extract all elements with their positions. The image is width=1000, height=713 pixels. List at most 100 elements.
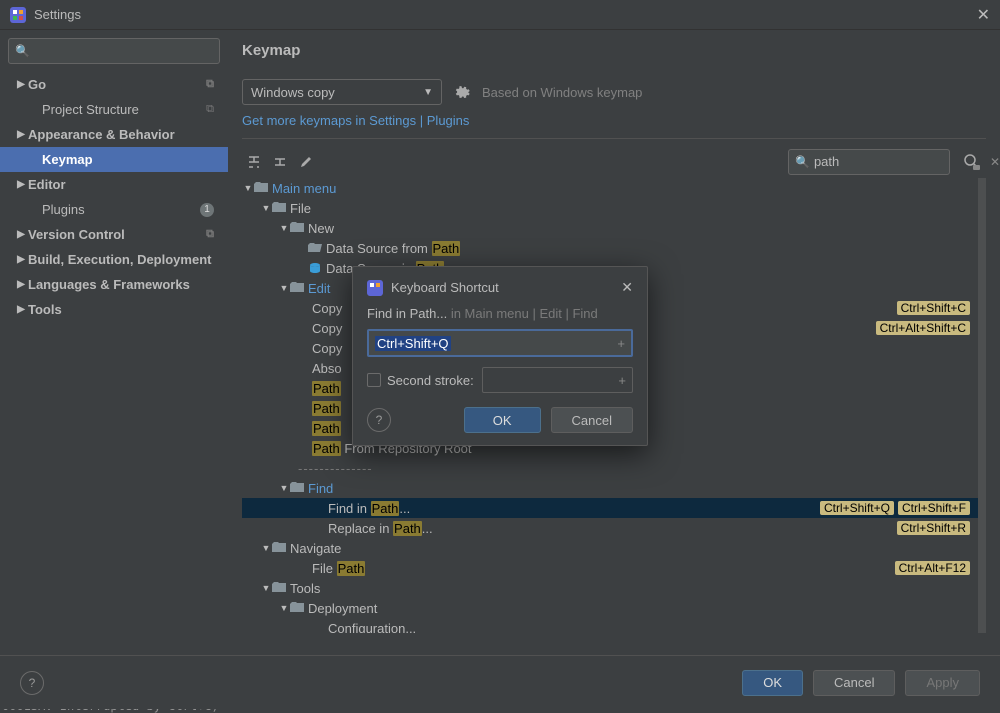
plugins-link[interactable]: Plugins bbox=[427, 113, 470, 128]
tree-node-file-path[interactable]: File Path Ctrl+Alt+F12 bbox=[242, 558, 978, 578]
shortcut-badge: Ctrl+Shift+R bbox=[897, 521, 970, 535]
button-label: Apply bbox=[926, 675, 959, 690]
sidebar-item-plugins[interactable]: Plugins 1 bbox=[8, 197, 220, 222]
sidebar-item-keymap[interactable]: Keymap bbox=[0, 147, 228, 172]
sidebar-item-label: Editor bbox=[28, 177, 66, 192]
tree-label: Path bbox=[312, 401, 341, 416]
tree-label: Path bbox=[312, 421, 341, 436]
tree-node-find-in-path[interactable]: Find in Path...Ctrl+Shift+QCtrl+Shift+F bbox=[242, 498, 978, 518]
edit-icon[interactable] bbox=[294, 150, 318, 174]
sidebar-item-go[interactable]: ▶Go⧉ bbox=[8, 72, 220, 97]
folder-icon bbox=[272, 542, 286, 554]
clear-icon[interactable]: ✕ bbox=[990, 155, 1000, 169]
tree-node-tools[interactable]: ▼Tools bbox=[242, 578, 978, 598]
sidebar-item-label: Version Control bbox=[28, 227, 125, 242]
ok-button[interactable]: OK bbox=[464, 407, 541, 433]
button-label: OK bbox=[763, 675, 782, 690]
tree-node-find[interactable]: ▼Find bbox=[242, 478, 978, 498]
dropdown-value: Windows copy bbox=[251, 85, 335, 100]
apply-button[interactable]: Apply bbox=[905, 670, 980, 696]
tree-node-file[interactable]: ▼File bbox=[242, 198, 978, 218]
shortcut-badge: Ctrl+Shift+Q bbox=[820, 501, 894, 515]
tree-node-configuration[interactable]: Configuration... bbox=[242, 618, 978, 633]
tree-label: Copy bbox=[312, 341, 342, 356]
separator: | bbox=[420, 113, 427, 128]
gear-icon[interactable] bbox=[454, 84, 470, 100]
chevron-down-icon: ▼ bbox=[423, 87, 433, 98]
title-bar: Settings ✕ bbox=[0, 0, 1000, 30]
shortcut-badge: Ctrl+Alt+F12 bbox=[895, 561, 970, 575]
tree-node-new[interactable]: ▼New bbox=[242, 218, 978, 238]
folder-icon bbox=[290, 282, 304, 294]
tree-label: File Path bbox=[312, 561, 365, 576]
tree-label: Edit bbox=[308, 281, 330, 296]
sidebar-search-input[interactable] bbox=[34, 44, 213, 59]
action-location: in Main menu | Edit | Find bbox=[447, 306, 598, 321]
tree-label: Copy bbox=[312, 321, 342, 336]
sidebar-item-languages[interactable]: ▶Languages & Frameworks bbox=[8, 272, 220, 297]
tree-node-navigate[interactable]: ▼Navigate bbox=[242, 538, 978, 558]
window-title: Settings bbox=[34, 7, 81, 22]
find-by-shortcut-icon[interactable] bbox=[958, 148, 986, 176]
plus-icon[interactable]: + bbox=[617, 336, 625, 351]
scope-icon: ⧉ bbox=[206, 228, 214, 241]
sidebar-item-label: Appearance & Behavior bbox=[28, 127, 175, 142]
button-label: Cancel bbox=[834, 675, 874, 690]
keyboard-shortcut-dialog: Keyboard Shortcut ✕ Find in Path... in M… bbox=[352, 266, 648, 446]
sidebar-item-label: Languages & Frameworks bbox=[28, 277, 190, 292]
sidebar-item-label: Go bbox=[28, 77, 46, 92]
tree-separator: -------------- bbox=[242, 458, 978, 478]
tree-label: File bbox=[290, 201, 311, 216]
action-path: Find in Path... in Main menu | Edit | Fi… bbox=[367, 306, 633, 321]
cancel-button[interactable]: Cancel bbox=[551, 407, 633, 433]
search-icon: 🔍 bbox=[15, 44, 30, 58]
close-icon[interactable]: ✕ bbox=[621, 279, 633, 296]
sidebar-item-appearance[interactable]: ▶Appearance & Behavior bbox=[8, 122, 220, 147]
sidebar-item-editor[interactable]: ▶Editor bbox=[8, 172, 220, 197]
tree-node-replace-in-path[interactable]: Replace in Path...Ctrl+Shift+R bbox=[242, 518, 978, 538]
first-stroke-input[interactable]: Ctrl+Shift+Q + bbox=[367, 329, 633, 357]
get-more-keymaps-link[interactable]: Get more keymaps in Settings bbox=[242, 113, 416, 128]
folder-icon bbox=[290, 482, 304, 494]
search-icon: 🔍 bbox=[795, 155, 810, 169]
second-stroke-label: Second stroke: bbox=[387, 373, 474, 388]
expand-tree-icon[interactable] bbox=[242, 150, 266, 174]
plus-icon[interactable]: + bbox=[618, 373, 626, 388]
tree-label: Data Source from Path bbox=[326, 241, 460, 256]
page-title: Keymap bbox=[242, 42, 986, 59]
cancel-button[interactable]: Cancel bbox=[813, 670, 895, 696]
dialog-button-bar: ? OK Cancel Apply bbox=[0, 655, 1000, 709]
tree-label: Navigate bbox=[290, 541, 341, 556]
tree-node-deployment[interactable]: ▼Deployment bbox=[242, 598, 978, 618]
action-name: Find in Path... bbox=[367, 306, 447, 321]
tree-label: Copy bbox=[312, 301, 342, 316]
folder-icon bbox=[290, 222, 304, 234]
help-icon[interactable]: ? bbox=[20, 671, 44, 695]
tree-node-main-menu[interactable]: ▼Main menu bbox=[242, 178, 978, 198]
folder-open-icon bbox=[308, 242, 322, 254]
sidebar-item-project-structure[interactable]: Project Structure⧉ bbox=[8, 97, 220, 122]
close-icon[interactable]: ✕ bbox=[977, 5, 990, 25]
tree-label: Main menu bbox=[272, 181, 336, 196]
ok-button[interactable]: OK bbox=[742, 670, 803, 696]
keymap-search[interactable]: 🔍 ✕ bbox=[788, 149, 950, 175]
help-icon[interactable]: ? bbox=[367, 408, 391, 432]
tree-label: Abso bbox=[312, 361, 342, 376]
collapse-tree-icon[interactable] bbox=[268, 150, 292, 174]
second-stroke-checkbox[interactable] bbox=[367, 373, 381, 387]
folder-icon bbox=[290, 602, 304, 614]
sidebar-item-tools[interactable]: ▶Tools bbox=[8, 297, 220, 322]
tree-label: New bbox=[308, 221, 334, 236]
sidebar-search[interactable]: 🔍 bbox=[8, 38, 220, 64]
folder-icon bbox=[254, 182, 268, 194]
second-stroke-input[interactable]: + bbox=[482, 367, 633, 393]
update-badge: 1 bbox=[200, 203, 214, 217]
sidebar-item-build[interactable]: ▶Build, Execution, Deployment bbox=[8, 247, 220, 272]
sidebar-item-label: Plugins bbox=[28, 202, 85, 217]
dialog-title: Keyboard Shortcut bbox=[391, 280, 499, 295]
tree-node-ds-from-path[interactable]: Data Source from Path bbox=[242, 238, 978, 258]
shortcut-badge: Ctrl+Alt+Shift+C bbox=[876, 321, 970, 335]
keymap-profile-dropdown[interactable]: Windows copy ▼ bbox=[242, 79, 442, 105]
app-icon bbox=[367, 280, 383, 296]
sidebar-item-vcs[interactable]: ▶Version Control⧉ bbox=[8, 222, 220, 247]
